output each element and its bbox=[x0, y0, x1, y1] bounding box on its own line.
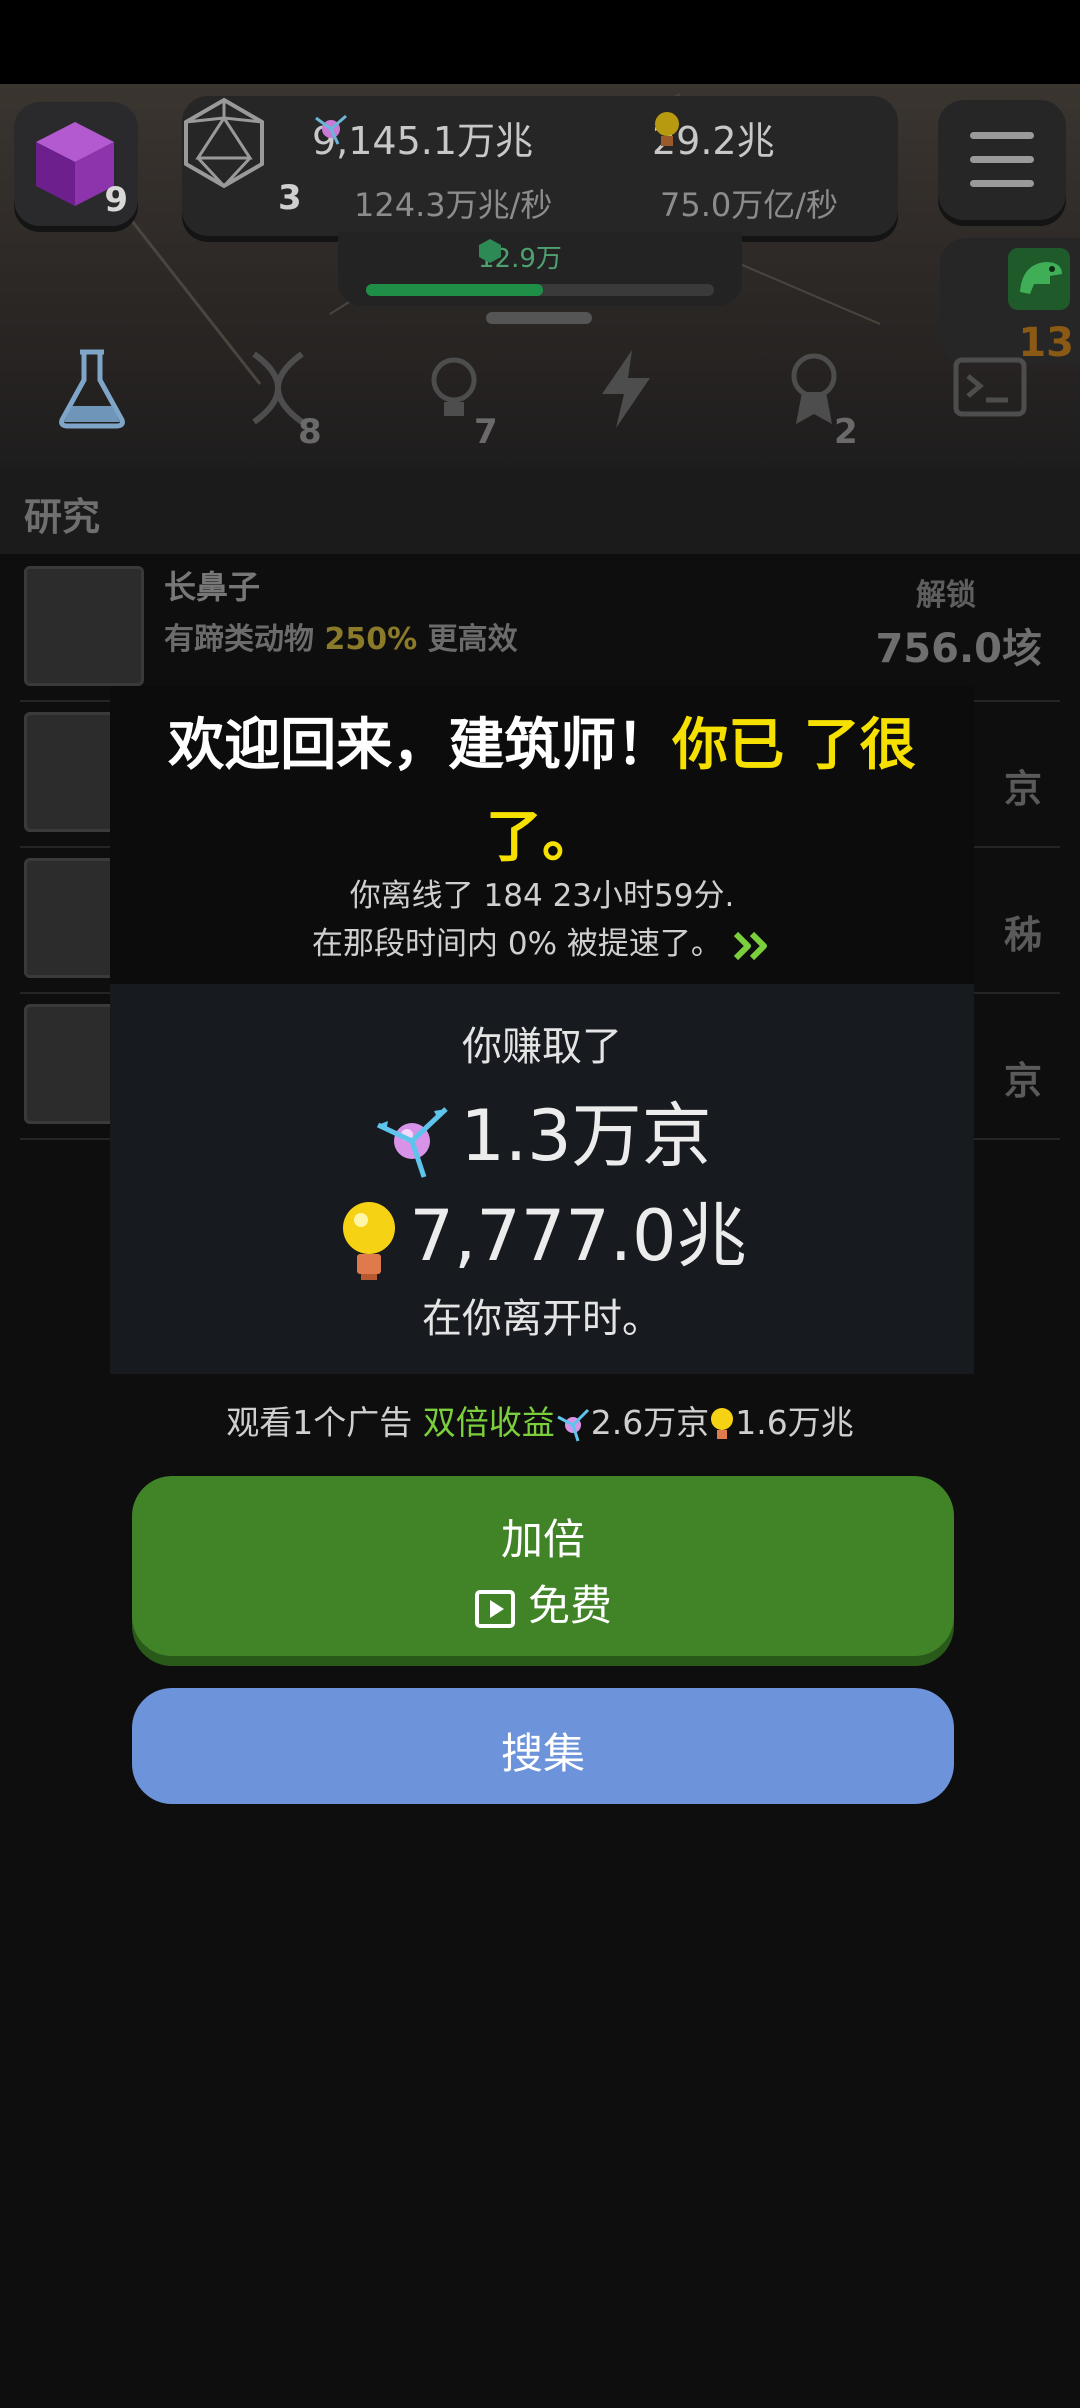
ad-offer-line: 观看1个广告 双倍收益 2.6万京 1.6万兆 bbox=[226, 1403, 854, 1442]
progress-track bbox=[366, 284, 714, 296]
resource-panel: 3 9,145.1万兆 124.3万兆/秒 29.2兆 75.0万亿/秒 bbox=[182, 96, 898, 236]
research-title: 研究 bbox=[24, 495, 101, 539]
earned-a-value: 1.3万京 bbox=[460, 1095, 712, 1177]
cube-button[interactable]: 9 bbox=[14, 102, 138, 226]
scene-backdrop: 9 3 9,145.1万兆 124.3万兆/秒 29.2兆 75.0万亿/秒 1… bbox=[0, 84, 1080, 468]
resource-b-rate: 75.0万亿/秒 bbox=[660, 186, 839, 224]
research-row[interactable]: 长鼻子 有蹄类动物 250% 更高效 解锁 756.0垓 bbox=[20, 554, 1060, 702]
lightbulb-icon bbox=[711, 1407, 734, 1439]
tab-console[interactable] bbox=[912, 324, 1062, 468]
resource-a-rate: 124.3万兆/秒 bbox=[354, 186, 553, 224]
research-cost: 756.0垓 bbox=[875, 626, 1042, 672]
collect-label: 搜集 bbox=[500, 1729, 585, 1778]
elephant-thumbnail bbox=[24, 566, 144, 686]
tab-dna[interactable]: 8 bbox=[200, 324, 350, 468]
tab-count: 2 bbox=[834, 412, 858, 452]
collect-button[interactable]: 搜集 bbox=[132, 1688, 954, 1804]
earned-footer: 在你离开时。 bbox=[422, 1296, 662, 1342]
earned-header: 你赚取了 bbox=[462, 1024, 622, 1070]
research-description: 有蹄类动物 250% 更高效 bbox=[164, 622, 518, 657]
lightbulb-icon bbox=[655, 112, 679, 146]
welcome-title: 欢迎回来，建筑师！你已 了很了。 bbox=[168, 713, 916, 870]
boost-info: 在那段时间内 0% 被提速了。 bbox=[110, 918, 974, 963]
gem-icon bbox=[479, 239, 501, 263]
progress-fill bbox=[366, 284, 544, 296]
cube-count: 9 bbox=[104, 180, 128, 220]
research-cost: 秭 bbox=[1003, 913, 1042, 957]
research-cost: 京 bbox=[1003, 767, 1042, 811]
resource-a-total: 9,145.1万兆 bbox=[312, 110, 533, 165]
welcome-back-dialog: 欢迎回来，建筑师！你已 了很了。 你离线了 184 23小时59分. 在那段时间… bbox=[110, 686, 974, 984]
tab-ideas[interactable]: 7 bbox=[376, 324, 526, 468]
d20-dice-icon[interactable] bbox=[182, 96, 266, 190]
flask-icon bbox=[59, 349, 125, 429]
resource-b-total: 29.2兆 bbox=[652, 110, 775, 165]
terminal-icon bbox=[953, 357, 1027, 417]
tab-achievements[interactable]: 2 bbox=[736, 324, 886, 468]
drag-handle[interactable] bbox=[486, 312, 592, 324]
progress-label: 12.9万 bbox=[478, 238, 562, 275]
tab-count: 8 bbox=[298, 412, 322, 452]
particle-icon bbox=[377, 1107, 449, 1178]
tab-energy[interactable] bbox=[548, 324, 698, 468]
status-bar bbox=[0, 0, 1080, 84]
earned-ideas: 7,777.0兆 bbox=[110, 1180, 974, 1284]
earnings-panel: 你赚取了 1.3万京 7,777.0兆 在你离开时。 bbox=[110, 984, 974, 1374]
particle-icon bbox=[315, 114, 347, 145]
double-reward-button[interactable]: 加倍 免费 bbox=[132, 1476, 954, 1656]
earned-particles: 1.3万京 bbox=[110, 1080, 974, 1181]
tab-bar: 8 7 2 bbox=[0, 324, 1080, 468]
double-label: 加倍 bbox=[500, 1515, 585, 1564]
earned-b-value: 7,777.0兆 bbox=[409, 1195, 747, 1277]
unlock-label: 解锁 bbox=[916, 578, 976, 613]
research-cost: 京 bbox=[1003, 1059, 1042, 1103]
research-header: 研究 bbox=[0, 468, 1080, 554]
tab-research[interactable] bbox=[14, 324, 164, 468]
video-play-icon bbox=[474, 1589, 515, 1628]
hamburger-icon bbox=[970, 132, 1034, 139]
free-ad-label: 免费 bbox=[132, 1572, 954, 1633]
fast-forward-icon bbox=[733, 931, 767, 960]
offline-duration: 你离线了 184 23小时59分. bbox=[349, 878, 735, 914]
lightning-icon bbox=[602, 350, 650, 428]
dice-count: 3 bbox=[278, 178, 302, 218]
dinosaur-icon bbox=[1008, 248, 1070, 310]
research-name: 长鼻子 bbox=[164, 568, 261, 606]
progress-widget: 12.9万 bbox=[338, 232, 742, 306]
tab-count: 7 bbox=[474, 412, 498, 452]
particle-icon bbox=[557, 1408, 589, 1441]
menu-button[interactable] bbox=[938, 100, 1066, 220]
lightbulb-icon bbox=[343, 1201, 396, 1280]
